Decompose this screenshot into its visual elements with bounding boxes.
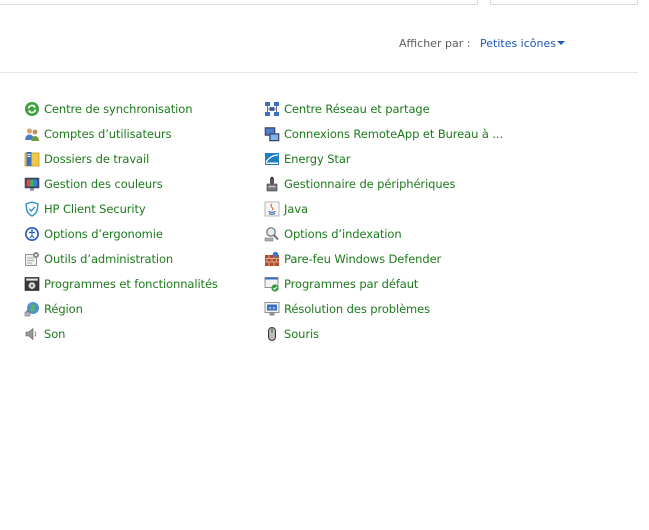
items-column-left: Centre de synchronisation Comptes d’util… xyxy=(24,101,254,351)
item-label: Pare-feu Windows Defender xyxy=(284,252,442,266)
address-refresh-button[interactable] xyxy=(443,0,478,5)
item-java[interactable]: Java xyxy=(264,201,504,226)
admin-tools-icon xyxy=(24,251,40,267)
item-label: Dossiers de travail xyxy=(44,152,150,166)
item-label: Programmes par défaut xyxy=(284,277,419,291)
item-label: Centre Réseau et partage xyxy=(284,102,430,116)
color-management-icon xyxy=(24,176,40,192)
shield-icon xyxy=(24,201,40,217)
item-label: Options d’indexation xyxy=(284,227,402,241)
item-network-sharing[interactable]: Centre Réseau et partage xyxy=(264,101,504,126)
network-icon xyxy=(264,101,280,117)
java-icon xyxy=(264,201,280,217)
item-indexing-options[interactable]: Options d’indexation xyxy=(264,226,504,251)
item-default-programs[interactable]: Programmes par défaut xyxy=(264,276,504,301)
view-by-label: Afficher par : xyxy=(399,37,471,50)
item-admin-tools[interactable]: Outils d’administration xyxy=(24,251,254,276)
sync-center-icon xyxy=(24,101,40,117)
item-troubleshooting[interactable]: Résolution des problèmes xyxy=(264,301,504,326)
item-hp-client-security[interactable]: HP Client Security xyxy=(24,201,254,226)
item-sync-center[interactable]: Centre de synchronisation xyxy=(24,101,254,126)
item-label: Centre de synchronisation xyxy=(44,102,193,116)
item-mouse[interactable]: Souris xyxy=(264,326,504,351)
firewall-icon xyxy=(264,251,280,267)
item-label: Résolution des problèmes xyxy=(284,302,431,316)
item-label: Gestion des couleurs xyxy=(44,177,163,191)
item-color-management[interactable]: Gestion des couleurs xyxy=(24,176,254,201)
item-label: Java xyxy=(284,202,308,216)
item-label: Energy Star xyxy=(284,152,351,166)
item-label: Connexions RemoteApp et Bureau à ... xyxy=(284,127,504,141)
item-programs-features[interactable]: Programmes et fonctionnalités xyxy=(24,276,254,301)
remote-desktop-icon xyxy=(264,126,280,142)
search-input[interactable] xyxy=(490,0,638,5)
chevron-down-icon[interactable] xyxy=(557,41,565,45)
item-sound[interactable]: Son xyxy=(24,326,254,351)
energy-star-icon xyxy=(264,151,280,167)
work-folders-icon xyxy=(24,151,40,167)
items-column-right: Centre Réseau et partage Connexions Remo… xyxy=(264,101,504,351)
user-accounts-icon xyxy=(24,126,40,142)
item-label: Programmes et fonctionnalités xyxy=(44,277,218,291)
item-label: Région xyxy=(44,302,83,316)
region-globe-icon xyxy=(24,301,40,317)
troubleshooting-icon xyxy=(264,301,280,317)
item-label: Outils d’administration xyxy=(44,252,174,266)
address-bar[interactable] xyxy=(0,0,444,5)
item-energy-star[interactable]: Energy Star xyxy=(264,151,504,176)
item-ease-of-access[interactable]: Options d’ergonomie xyxy=(24,226,254,251)
item-windows-firewall[interactable]: Pare-feu Windows Defender xyxy=(264,251,504,276)
device-manager-icon xyxy=(264,176,280,192)
programs-features-icon xyxy=(24,276,40,292)
mouse-icon xyxy=(264,326,280,342)
item-label: HP Client Security xyxy=(44,202,146,216)
speaker-icon xyxy=(24,326,40,342)
item-region[interactable]: Région xyxy=(24,301,254,326)
ease-of-access-icon xyxy=(24,226,40,242)
item-label: Souris xyxy=(284,327,319,341)
item-label: Comptes d’utilisateurs xyxy=(44,127,172,141)
item-label: Options d’ergonomie xyxy=(44,227,163,241)
item-work-folders[interactable]: Dossiers de travail xyxy=(24,151,254,176)
view-by-dropdown[interactable]: Petites icônes xyxy=(480,37,556,50)
item-user-accounts[interactable]: Comptes d’utilisateurs xyxy=(24,126,254,151)
item-label: Gestionnaire de périphériques xyxy=(284,177,456,191)
item-device-manager[interactable]: Gestionnaire de périphériques xyxy=(264,176,504,201)
indexing-icon xyxy=(264,226,280,242)
item-remoteapp-desktop[interactable]: Connexions RemoteApp et Bureau à ... xyxy=(264,126,504,151)
divider xyxy=(0,72,638,73)
item-label: Son xyxy=(44,327,66,341)
control-panel-all-items: Afficher par : Petites icônes Centre de … xyxy=(0,0,649,530)
default-programs-icon xyxy=(264,276,280,292)
view-by-bar: Afficher par : Petites icônes xyxy=(0,36,649,52)
